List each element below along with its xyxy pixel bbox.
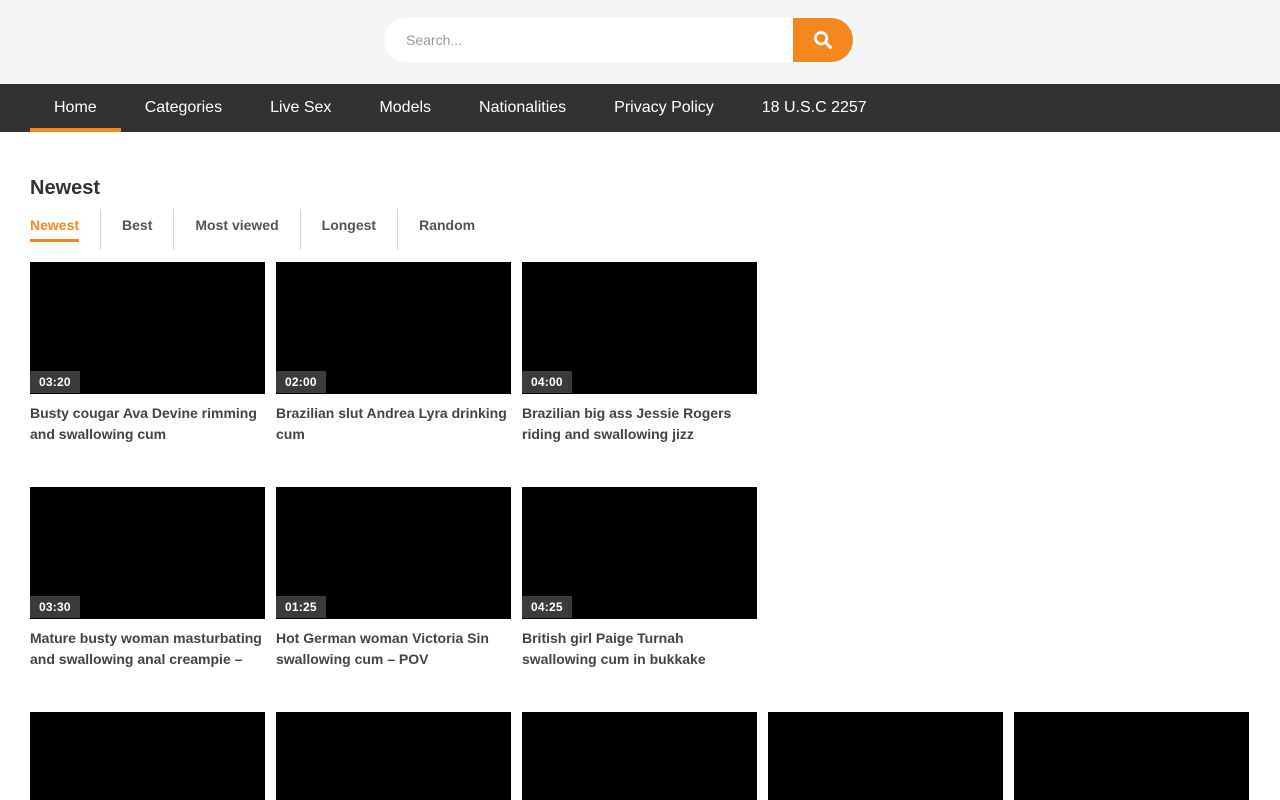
video-title-link[interactable]: Busty cougar Ava Devine rimming and swal… — [30, 403, 265, 445]
video-row: 03:20 Busty cougar Ava Devine rimming an… — [30, 262, 1250, 487]
duration-badge: 03:30 — [30, 596, 80, 618]
duration-badge: 01:25 — [276, 596, 326, 618]
video-title-link[interactable]: Hot German woman Victoria Sin swallowing… — [276, 628, 511, 670]
tab-label: Best — [122, 217, 152, 242]
video-card: 02:00 Brazilian slut Andrea Lyra drinkin… — [276, 262, 511, 487]
search-icon — [812, 29, 834, 51]
video-thumbnail[interactable] — [276, 712, 511, 800]
video-title-link[interactable]: Brazilian big ass Jessie Rogers riding a… — [522, 403, 757, 445]
search-input[interactable] — [384, 18, 853, 62]
video-thumbnail[interactable]: 01:25 — [276, 487, 511, 619]
tab-most-viewed[interactable]: Most viewed — [174, 209, 300, 250]
video-card: 03:30 Mature busty woman masturbating an… — [30, 487, 265, 712]
video-row — [30, 712, 1250, 800]
nav-item-live-sex[interactable]: Live Sex — [246, 84, 355, 132]
main-nav: Home Categories Live Sex Models National… — [0, 84, 1280, 132]
tab-label: Most viewed — [195, 217, 278, 242]
video-card: 03:20 Busty cougar Ava Devine rimming an… — [30, 262, 265, 487]
video-thumbnail[interactable]: 04:25 — [522, 487, 757, 619]
nav-item-models[interactable]: Models — [355, 84, 455, 132]
video-thumbnail[interactable] — [768, 712, 1003, 800]
video-thumbnail[interactable] — [1014, 712, 1249, 800]
search-form — [384, 18, 853, 62]
video-title-link[interactable]: Brazilian slut Andrea Lyra drinking cum — [276, 403, 511, 445]
video-card: 01:25 Hot German woman Victoria Sin swal… — [276, 487, 511, 712]
tab-longest[interactable]: Longest — [301, 209, 398, 250]
video-card: 04:25 British girl Paige Turnah swallowi… — [522, 487, 757, 712]
video-thumbnail[interactable] — [30, 712, 265, 800]
video-title-link[interactable]: Mature busty woman masturbating and swal… — [30, 628, 265, 670]
video-thumbnail[interactable] — [522, 712, 757, 800]
tab-newest[interactable]: Newest — [30, 209, 101, 250]
site-header — [0, 0, 1280, 84]
page-title: Newest — [30, 177, 1250, 200]
duration-badge: 02:00 — [276, 371, 326, 393]
nav-item-privacy-policy[interactable]: Privacy Policy — [590, 84, 738, 132]
video-card — [30, 712, 265, 800]
main-content: Newest Newest Best Most viewed Longest R… — [0, 177, 1280, 800]
nav-item-nationalities[interactable]: Nationalities — [455, 84, 590, 132]
search-button[interactable] — [793, 18, 853, 62]
video-thumbnail[interactable]: 04:00 — [522, 262, 757, 394]
video-card — [276, 712, 511, 800]
video-card — [768, 712, 1003, 800]
duration-badge: 03:20 — [30, 371, 80, 393]
sort-tabs: Newest Best Most viewed Longest Random — [30, 209, 1250, 250]
video-thumbnail[interactable]: 03:30 — [30, 487, 265, 619]
video-thumbnail[interactable]: 02:00 — [276, 262, 511, 394]
video-card — [1014, 712, 1249, 800]
video-title-link[interactable]: British girl Paige Turnah swallowing cum… — [522, 628, 757, 670]
tab-label: Longest — [322, 217, 376, 242]
tab-label: Random — [419, 217, 475, 242]
nav-item-home[interactable]: Home — [30, 84, 121, 132]
nav-item-categories[interactable]: Categories — [121, 84, 246, 132]
tab-label: Newest — [30, 217, 79, 242]
duration-badge: 04:25 — [522, 596, 572, 618]
duration-badge: 04:00 — [522, 371, 572, 393]
video-thumbnail[interactable]: 03:20 — [30, 262, 265, 394]
tab-best[interactable]: Best — [101, 209, 174, 250]
tab-random[interactable]: Random — [398, 209, 496, 250]
nav-item-18usc2257[interactable]: 18 U.S.C 2257 — [738, 84, 891, 132]
video-card — [522, 712, 757, 800]
video-card: 04:00 Brazilian big ass Jessie Rogers ri… — [522, 262, 757, 487]
video-row: 03:30 Mature busty woman masturbating an… — [30, 487, 1250, 712]
